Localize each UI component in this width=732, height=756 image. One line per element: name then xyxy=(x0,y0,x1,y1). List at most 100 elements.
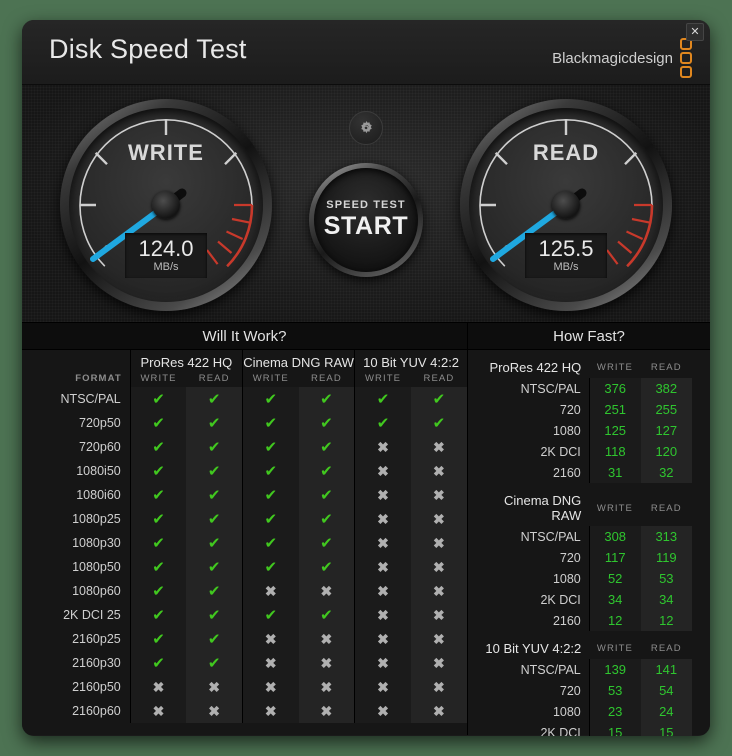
how-fast-tables: ProRes 422 HQWRITEREADNTSC/PAL3763827202… xyxy=(468,350,710,736)
cross-icon: ✖ xyxy=(355,555,411,579)
check-icon: ✔ xyxy=(186,435,242,459)
check-icon: ✔ xyxy=(186,555,242,579)
check-icon: ✔ xyxy=(242,387,298,411)
cross-icon: ✖ xyxy=(186,675,242,699)
cross-icon: ✖ xyxy=(411,699,467,723)
check-icon: ✔ xyxy=(130,411,186,435)
cross-icon: ✖ xyxy=(299,651,355,675)
cross-icon: ✖ xyxy=(130,699,186,723)
read-gauge-hub xyxy=(552,191,580,219)
write-speed-value: 31 xyxy=(589,462,640,483)
format-label: 720p60 xyxy=(22,435,130,459)
format-label: 2160p50 xyxy=(22,675,130,699)
cross-icon: ✖ xyxy=(299,579,355,603)
format-label: 2160p25 xyxy=(22,627,130,651)
write-speed-value: 23 xyxy=(589,701,640,722)
close-icon[interactable]: ✕ xyxy=(686,23,704,41)
section-header-row: Cinema DNG RAWWRITEREAD xyxy=(478,490,692,526)
format-label: 1080p60 xyxy=(22,579,130,603)
format-label: NTSC/PAL xyxy=(478,526,589,547)
write-gauge-hub xyxy=(152,191,180,219)
format-label: 720 xyxy=(478,680,589,701)
write-speed-value: 12 xyxy=(589,610,640,631)
spacer-cell xyxy=(22,350,130,370)
cross-icon: ✖ xyxy=(411,507,467,531)
cross-icon: ✖ xyxy=(186,699,242,723)
check-icon: ✔ xyxy=(130,459,186,483)
table-row: 1080p50✔✔✔✔✖✖ xyxy=(22,555,467,579)
format-label: 2K DCI xyxy=(478,441,589,462)
cross-icon: ✖ xyxy=(242,651,298,675)
group-header-row: ProRes 422 HQ Cinema DNG RAW 10 Bit YUV … xyxy=(22,350,467,370)
table-row: 2160p25✔✔✖✖✖✖ xyxy=(22,627,467,651)
format-label: 1080p30 xyxy=(22,531,130,555)
cross-icon: ✖ xyxy=(355,531,411,555)
format-label: 1080 xyxy=(478,568,589,589)
sub-header-read: READ xyxy=(641,490,692,526)
cross-icon: ✖ xyxy=(355,675,411,699)
check-icon: ✔ xyxy=(242,531,298,555)
read-speed-value: 141 xyxy=(641,659,692,680)
read-speed-value: 382 xyxy=(641,378,692,399)
write-speed-value: 308 xyxy=(589,526,640,547)
how-fast-section: ProRes 422 HQWRITEREADNTSC/PAL3763827202… xyxy=(478,357,692,483)
write-speed-value: 34 xyxy=(589,589,640,610)
cross-icon: ✖ xyxy=(411,675,467,699)
cross-icon: ✖ xyxy=(355,603,411,627)
format-label: 2160 xyxy=(478,610,589,631)
table-row: 7205354 xyxy=(478,680,692,701)
start-button-caption: SPEED TEST xyxy=(326,199,405,211)
table-row: NTSC/PAL✔✔✔✔✔✔ xyxy=(22,387,467,411)
sub-header-write: WRITE xyxy=(589,357,640,378)
table-row: 2160p50✖✖✖✖✖✖ xyxy=(22,675,467,699)
check-icon: ✔ xyxy=(299,507,355,531)
read-unit: MB/s xyxy=(525,261,607,273)
format-label: 1080i50 xyxy=(22,459,130,483)
check-icon: ✔ xyxy=(242,459,298,483)
format-label: NTSC/PAL xyxy=(22,387,130,411)
group-header-yuv: 10 Bit YUV 4:2:2 xyxy=(355,350,467,370)
cross-icon: ✖ xyxy=(242,579,298,603)
table-row: 10805253 xyxy=(478,568,692,589)
cross-icon: ✖ xyxy=(411,603,467,627)
check-icon: ✔ xyxy=(130,651,186,675)
sub-header-read: READ xyxy=(411,370,467,387)
sub-header-read: READ xyxy=(299,370,355,387)
write-speed-value: 52 xyxy=(589,568,640,589)
check-icon: ✔ xyxy=(299,435,355,459)
check-icon: ✔ xyxy=(130,483,186,507)
group-header-prores: ProRes 422 HQ xyxy=(130,350,242,370)
cross-icon: ✖ xyxy=(355,699,411,723)
check-icon: ✔ xyxy=(242,435,298,459)
cross-icon: ✖ xyxy=(411,555,467,579)
gauges-panel: WRITE 124.0 MB/s SPEED TEST xyxy=(22,85,710,323)
write-gauge-label: WRITE xyxy=(69,140,263,166)
cross-icon: ✖ xyxy=(411,435,467,459)
check-icon: ✔ xyxy=(299,483,355,507)
check-icon: ✔ xyxy=(411,387,467,411)
speed-test-start-button[interactable]: SPEED TEST START xyxy=(309,163,423,277)
table-row: 1080i60✔✔✔✔✖✖ xyxy=(22,483,467,507)
check-icon: ✔ xyxy=(186,387,242,411)
cross-icon: ✖ xyxy=(299,675,355,699)
how-fast-title: How Fast? xyxy=(468,323,710,350)
format-label: 1080p25 xyxy=(22,507,130,531)
format-label: 2160 xyxy=(478,462,589,483)
sub-header-write: WRITE xyxy=(130,370,186,387)
brand-square-icon xyxy=(680,66,692,78)
write-unit: MB/s xyxy=(125,261,207,273)
table-row: 2K DCI 25✔✔✔✔✖✖ xyxy=(22,603,467,627)
read-speed-value: 54 xyxy=(641,680,692,701)
table-row: 720251255 xyxy=(478,399,692,420)
write-value: 124.0 xyxy=(125,237,207,260)
check-icon: ✔ xyxy=(186,627,242,651)
check-icon: ✔ xyxy=(355,387,411,411)
cross-icon: ✖ xyxy=(355,483,411,507)
check-icon: ✔ xyxy=(130,579,186,603)
gear-icon[interactable] xyxy=(349,111,383,145)
read-gauge-label: READ xyxy=(469,140,663,166)
check-icon: ✔ xyxy=(130,555,186,579)
check-icon: ✔ xyxy=(242,411,298,435)
format-label: 1080 xyxy=(478,420,589,441)
write-speed-value: 117 xyxy=(589,547,640,568)
